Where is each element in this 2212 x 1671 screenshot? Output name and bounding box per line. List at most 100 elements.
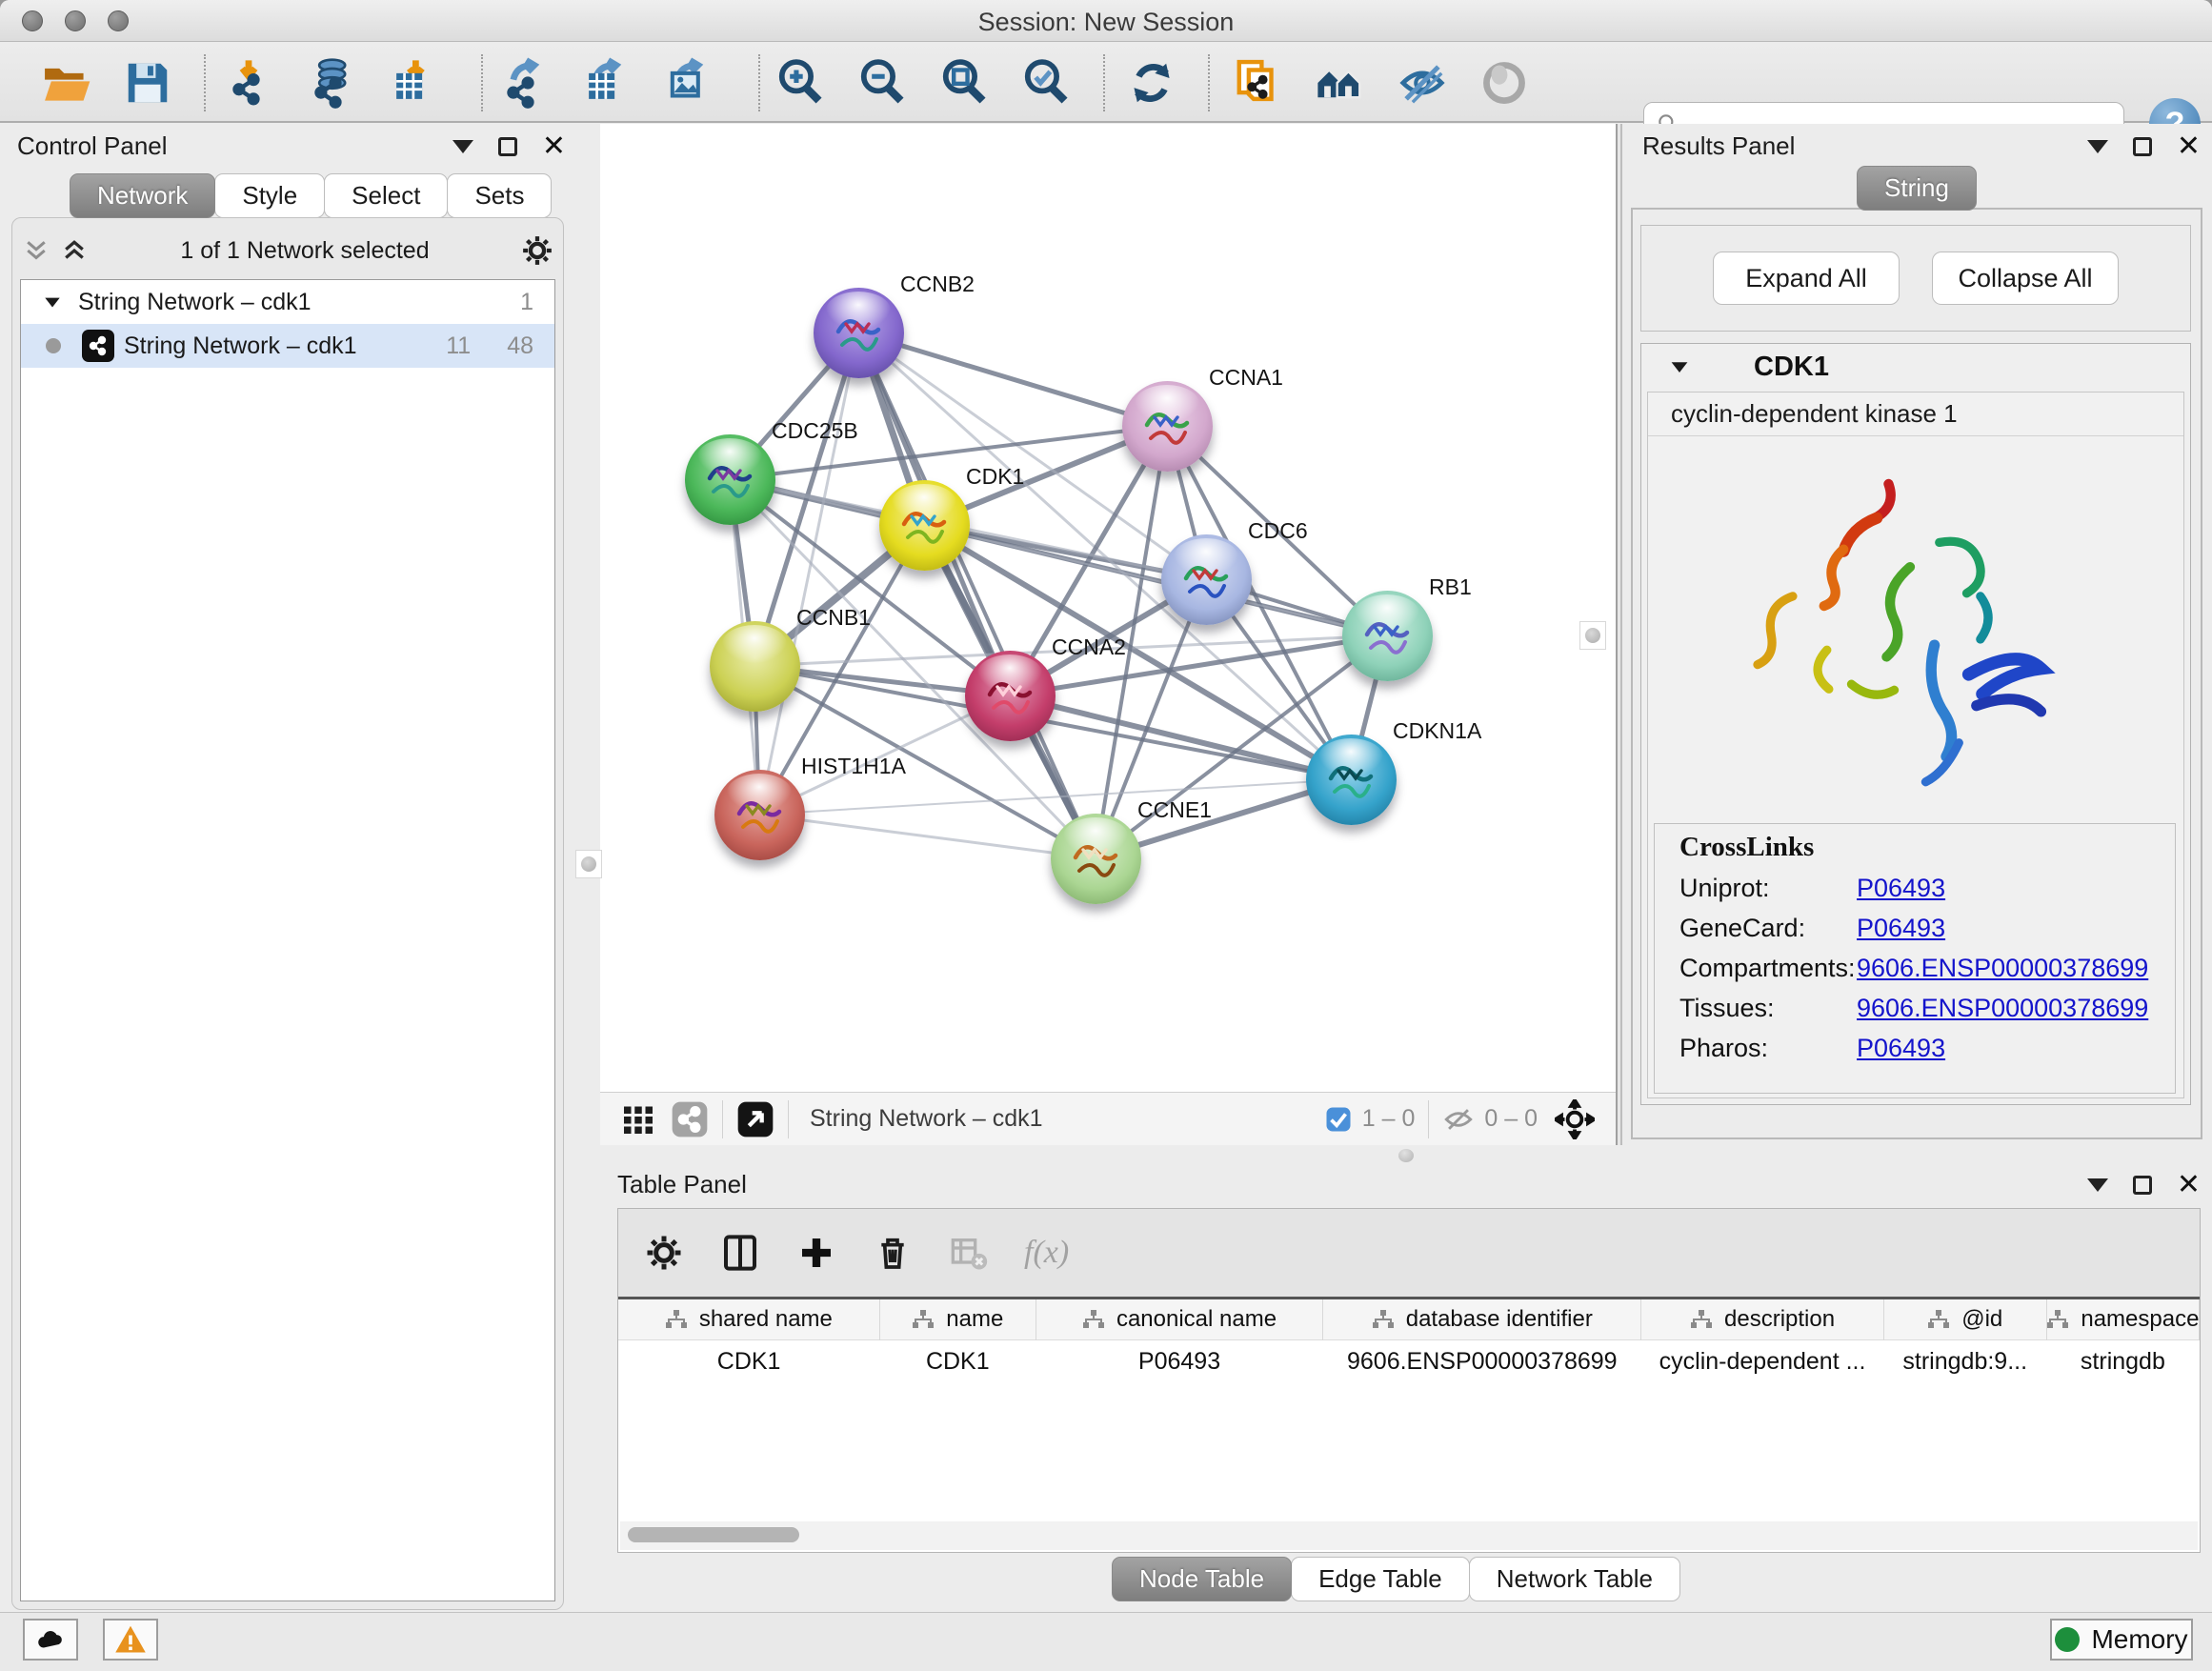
selected-checkbox-icon[interactable] [1324,1105,1353,1134]
table-settings-gear-icon[interactable] [643,1232,685,1274]
float-panel-icon[interactable] [2133,1176,2152,1195]
import-network-database-icon[interactable] [303,55,358,111]
hidden-eye-icon[interactable] [1442,1103,1475,1136]
table-panel-title: Table Panel [617,1170,747,1199]
expand-all-chevrons-icon[interactable] [60,236,89,265]
show-columns-icon[interactable] [719,1232,761,1274]
splitter-grip-left[interactable] [575,850,602,878]
open-file-icon[interactable] [38,55,93,111]
float-panel-icon[interactable] [498,137,517,156]
crosslink-link[interactable]: P06493 [1857,1034,1945,1063]
node-CDK1[interactable] [879,480,970,571]
network-canvas[interactable]: CCNB2 CCNA1 CDC25B CDK1 CDC6 RB1CCNB1 CC… [600,124,1616,1092]
node-CDC6[interactable] [1161,534,1252,625]
tab-edge-table[interactable]: Edge Table [1291,1557,1470,1601]
column-header-description[interactable]: description [1641,1299,1883,1340]
close-panel-icon[interactable]: ✕ [2177,137,2201,156]
crosslink-label: GeneCard: [1679,914,1857,943]
crosslink-link[interactable]: P06493 [1857,874,1945,903]
string-network-icon [82,330,114,362]
table-row[interactable]: CDK1CDK1P064939606.ENSP00000378699cyclin… [618,1340,2200,1384]
window-title: Session: New Session [0,8,2212,37]
zoom-fit-icon[interactable] [937,55,993,111]
node-label-CCNE1: CCNE1 [1137,797,1212,823]
tab-select[interactable]: Select [324,173,448,218]
node-CCNB2[interactable] [814,288,904,378]
zoom-out-icon[interactable] [855,55,911,111]
column-header-@id[interactable]: @id [1883,1299,2046,1340]
close-panel-icon[interactable]: ✕ [542,137,566,156]
minimize-panel-icon[interactable] [452,140,473,153]
network-row[interactable]: String Network – cdk1 11 48 [21,324,554,368]
collapse-all-chevrons-icon[interactable] [22,236,50,265]
column-header-database-identifier[interactable]: database identifier [1323,1299,1641,1340]
export-table-icon[interactable] [577,55,633,111]
import-table-icon[interactable] [385,55,440,111]
crosslink-row: GeneCard:P06493 [1679,914,2175,943]
control-panel-tabs: NetworkStyleSelectSets [70,173,552,218]
save-session-icon[interactable] [120,55,175,111]
tree-expand-caret-icon[interactable] [42,292,63,312]
export-image-icon[interactable] [659,55,714,111]
collapse-section-caret-icon[interactable] [1668,355,1691,378]
grid-view-icon[interactable] [621,1102,655,1137]
node-HIST1H1A[interactable] [714,770,805,860]
render-sphere-icon[interactable] [1477,55,1532,111]
crosslink-link[interactable]: P06493 [1857,914,1945,943]
string-view-icon[interactable] [671,1100,709,1138]
minimize-panel-icon[interactable] [2087,140,2108,153]
table-hscrollbar-thumb[interactable] [628,1527,799,1542]
cloud-button[interactable] [23,1619,78,1661]
memory-button[interactable]: Memory [2050,1619,2193,1661]
network-collection-row[interactable]: String Network – cdk1 1 [21,280,554,324]
horizontal-splitter-grip[interactable] [1398,1149,1414,1162]
table-hscrollbar-track[interactable] [620,1521,2198,1550]
node-CCNA1[interactable] [1122,381,1213,472]
column-header-name[interactable]: name [879,1299,1036,1340]
delete-table-icon [948,1232,990,1274]
collapse-all-button[interactable]: Collapse All [1932,252,2119,305]
network-node-count: 11 [446,332,471,360]
zoom-selected-icon[interactable] [1019,55,1075,111]
fit-content-crosshair-icon[interactable] [1555,1099,1595,1139]
clone-network-icon[interactable] [1231,55,1286,111]
node-CCNE1[interactable] [1051,814,1141,904]
refresh-icon[interactable] [1124,55,1179,111]
table-cell: 9606.ENSP00000378699 [1323,1340,1641,1384]
node-CCNB1[interactable] [710,621,800,712]
delete-column-trash-icon[interactable] [872,1232,914,1274]
tab-sets[interactable]: Sets [447,173,552,218]
node-CDC25B[interactable] [685,434,775,525]
expand-all-button[interactable]: Expand All [1713,252,1900,305]
column-header-namespace[interactable]: namespace [2046,1299,2199,1340]
minimize-panel-icon[interactable] [2087,1178,2108,1192]
node-CCNA2[interactable] [965,651,1056,741]
zoom-in-icon[interactable] [774,55,829,111]
tab-style[interactable]: Style [214,173,325,218]
tab-string[interactable]: String [1857,166,1977,211]
protein-structure-image [1705,450,2115,831]
hide-graphics-details-icon[interactable] [1395,55,1450,111]
create-column-plus-icon[interactable] [795,1232,837,1274]
warnings-button[interactable] [103,1619,158,1661]
crosslink-link[interactable]: 9606.ENSP00000378699 [1857,954,2148,983]
gear-icon[interactable] [521,234,553,267]
column-header-canonical-name[interactable]: canonical name [1036,1299,1322,1340]
import-network-icon[interactable] [221,55,276,111]
crosslink-link[interactable]: 9606.ENSP00000378699 [1857,994,2148,1023]
column-header-shared-name[interactable]: shared name [618,1299,879,1340]
tab-network-table[interactable]: Network Table [1469,1557,1680,1601]
float-panel-icon[interactable] [2133,137,2152,156]
tab-network[interactable]: Network [70,173,215,218]
home-icon[interactable] [1313,55,1368,111]
vertical-splitter[interactable] [1616,124,1622,1149]
structure-thumbnail [1323,750,1380,811]
export-network-icon[interactable] [495,55,551,111]
tab-node-table[interactable]: Node Table [1112,1557,1292,1601]
node-RB1[interactable] [1342,591,1433,681]
splitter-grip-right[interactable] [1579,621,1606,650]
close-panel-icon[interactable]: ✕ [2177,1176,2201,1195]
node-CDKN1A[interactable] [1306,735,1397,825]
birds-eye-view-icon[interactable] [736,1100,774,1138]
horizontal-splitter[interactable] [600,1145,2212,1166]
